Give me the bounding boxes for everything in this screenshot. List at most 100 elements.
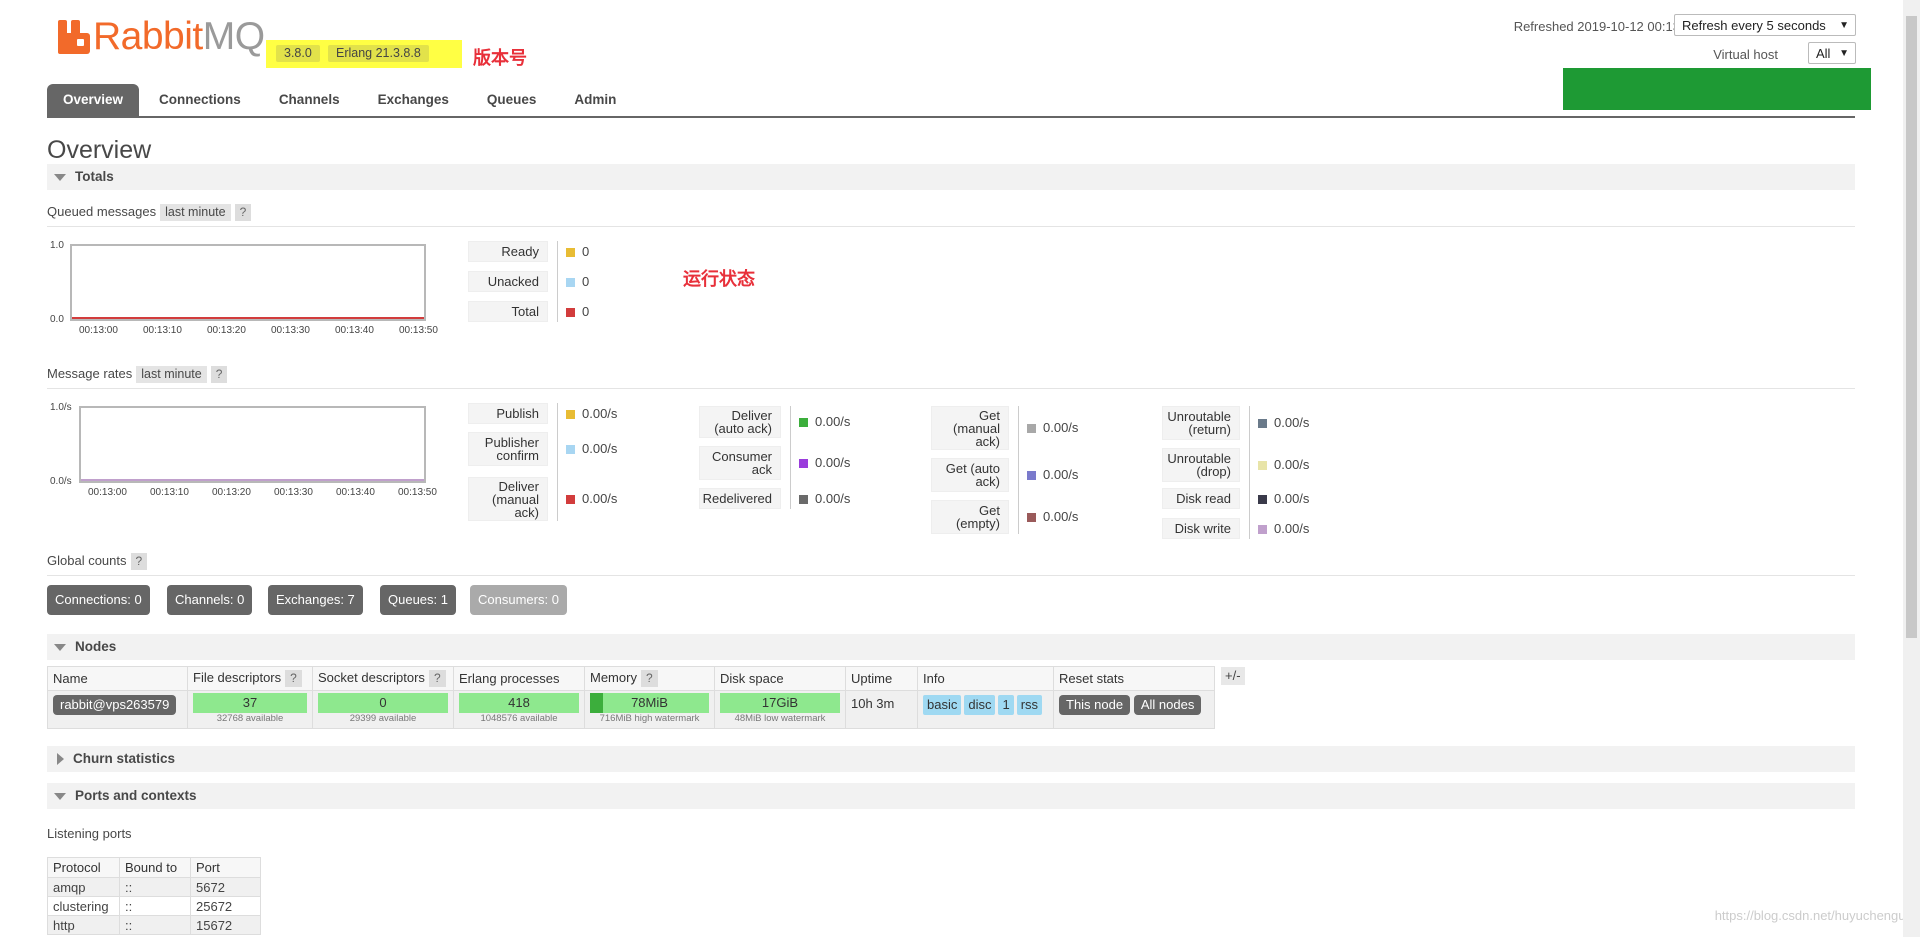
col-memory: Memory?: [584, 666, 715, 691]
column-separator: [1249, 406, 1250, 539]
uptime-value: 10h 3m: [845, 690, 918, 729]
consumers-count-button[interactable]: Consumers: 0: [470, 585, 567, 615]
col-name: Name: [47, 666, 188, 691]
global-counts-header: Global counts?: [47, 553, 1855, 576]
collapse-icon: [54, 643, 66, 651]
stat-value: 0.00/s: [566, 406, 617, 421]
refresh-interval-select[interactable]: Refresh every 5 seconds ▼: [1674, 14, 1856, 36]
exchanges-count-button[interactable]: Exchanges: 7: [268, 585, 363, 615]
legend-swatch: [799, 418, 808, 427]
scrollbar-thumb[interactable]: [1906, 16, 1917, 638]
collapse-icon: [54, 173, 66, 181]
stat-value: 0.00/s: [566, 441, 617, 456]
col-disk-space: Disk space: [714, 666, 846, 691]
x-tick-label: 00:13:50: [399, 325, 438, 336]
stat-label: Deliver (auto ack): [699, 406, 781, 438]
help-button[interactable]: ?: [234, 204, 252, 221]
queued-messages-header: Queued messages last minute?: [47, 204, 1855, 227]
churn-section-header[interactable]: Churn statistics: [47, 746, 1855, 772]
stat-value: 0.00/s: [566, 491, 617, 506]
legend-swatch: [566, 495, 575, 504]
info-count-badge: 1: [998, 695, 1014, 715]
stat-label: Deliver (manual ack): [468, 477, 548, 521]
totals-section-header[interactable]: Totals: [47, 164, 1855, 190]
x-tick-label: 00:13:30: [274, 487, 313, 498]
protocol-cell: http: [47, 915, 120, 935]
x-tick-label: 00:13:50: [398, 487, 437, 498]
tab-exchanges[interactable]: Exchanges: [360, 84, 467, 116]
legend-swatch: [1258, 494, 1267, 504]
stat-label: Disk read: [1162, 488, 1240, 509]
channels-count-button[interactable]: Channels: 0: [167, 585, 253, 615]
queued-ymax: 1.0: [50, 240, 64, 251]
rates-range-toggle[interactable]: last minute: [136, 366, 207, 383]
stat-value: 0: [566, 274, 589, 289]
tab-channels[interactable]: Channels: [261, 84, 358, 116]
column-separator: [557, 403, 558, 521]
stat-label: Unacked: [468, 271, 548, 292]
disk-space-watermark: 48MiB low watermark: [734, 713, 826, 724]
page-title: Overview: [47, 136, 152, 164]
stat-value: 0.00/s: [1258, 491, 1309, 506]
tab-queues[interactable]: Queues: [469, 84, 555, 116]
stat-label: Total: [468, 301, 548, 322]
help-button[interactable]: ?: [130, 553, 148, 570]
queued-total-line: [72, 317, 424, 319]
stat-value: 0.00/s: [1027, 420, 1078, 435]
table-row: http :: 15672: [47, 915, 261, 935]
reset-this-node-button[interactable]: This node: [1059, 695, 1131, 715]
dropdown-arrow-icon: ▼: [1839, 48, 1849, 59]
listening-ports-table: Protocol Bound to Port amqp :: 5672 clus…: [47, 857, 261, 935]
legend-swatch: [1027, 424, 1036, 433]
stat-value: 0.00/s: [799, 455, 850, 470]
help-button[interactable]: ?: [640, 670, 658, 687]
stat-label: Redelivered: [699, 488, 781, 509]
x-tick-label: 00:13:00: [88, 487, 127, 498]
rabbitmq-logo: RabbitMQ TM: [58, 15, 277, 58]
stat-label: Consumer ack: [699, 446, 781, 480]
help-button[interactable]: ?: [210, 366, 228, 383]
vertical-scrollbar[interactable]: [1903, 0, 1920, 937]
info-disc-badge: disc: [964, 695, 996, 715]
port-cell: 5672: [190, 877, 261, 897]
stat-value: 0.00/s: [1258, 415, 1309, 430]
protocol-cell: amqp: [47, 877, 120, 897]
col-reset-stats: Reset stats: [1053, 666, 1215, 691]
stat-label: Unroutable (return): [1162, 406, 1240, 440]
x-tick-label: 00:13:40: [335, 325, 374, 336]
listening-ports-label: Listening ports: [47, 826, 132, 841]
ports-section-header[interactable]: Ports and contexts: [47, 783, 1855, 809]
legend-swatch: [566, 277, 575, 287]
col-socket-descriptors: Socket descriptors?: [312, 666, 454, 691]
expand-icon: [57, 753, 64, 766]
node-name-link[interactable]: rabbit@vps263579: [53, 695, 177, 715]
main-tabs: Overview Connections Channels Exchanges …: [47, 84, 1855, 118]
connections-count-button[interactable]: Connections: 0: [47, 585, 150, 615]
stat-label: Publisher confirm: [468, 432, 548, 466]
help-button[interactable]: ?: [285, 670, 302, 687]
tab-admin[interactable]: Admin: [556, 84, 634, 116]
tab-overview[interactable]: Overview: [47, 84, 140, 116]
nodes-section-header[interactable]: Nodes: [47, 634, 1855, 660]
legend-swatch: [566, 409, 575, 419]
tab-connections[interactable]: Connections: [141, 84, 259, 116]
queues-count-button[interactable]: Queues: 1: [380, 585, 456, 615]
logo-text: RabbitMQ: [93, 15, 265, 58]
rates-line: [81, 479, 424, 481]
legend-swatch: [1258, 461, 1267, 470]
virtual-host-select[interactable]: All ▼: [1808, 42, 1856, 64]
erlang-processes-available: 1048576 available: [480, 713, 558, 724]
x-tick-label: 00:13:10: [150, 487, 189, 498]
erlang-processes-bar: 418: [459, 693, 579, 713]
help-button[interactable]: ?: [428, 670, 446, 687]
reset-all-nodes-button[interactable]: All nodes: [1133, 695, 1202, 715]
columns-toggle-button[interactable]: +/-: [1221, 667, 1245, 685]
queued-range-toggle[interactable]: last minute: [160, 204, 231, 221]
rabbitmq-logo-icon: [58, 20, 90, 54]
info-basic-badge: basic: [923, 695, 962, 715]
col-info: Info: [917, 666, 1054, 691]
status-annotation: 运行状态: [683, 269, 755, 289]
table-row: amqp :: 5672: [47, 877, 261, 897]
file-descriptors-bar: 37: [193, 693, 307, 713]
table-row: rabbit@vps263579 37 32768 available 0 2939…: [47, 690, 1215, 729]
